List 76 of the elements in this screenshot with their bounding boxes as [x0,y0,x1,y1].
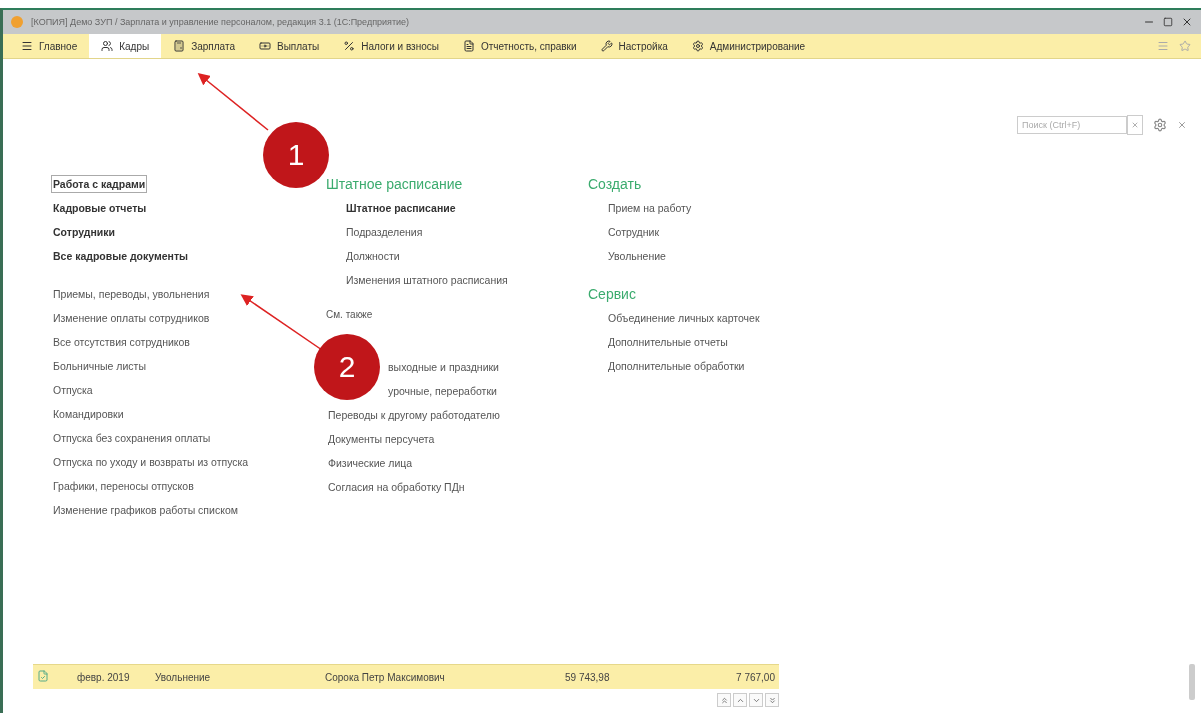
nav-link[interactable]: Подразделения [344,223,425,241]
nav-link[interactable]: Отпуска [51,381,95,399]
nav-link[interactable]: Увольнение [606,247,668,265]
double-caret-icon [719,695,729,705]
section-tab[interactable]: Главное [9,34,90,58]
nav-link[interactable]: Сотрудники [51,223,117,241]
group-title: Штатное расписание [326,175,464,193]
calculator-icon [173,40,186,52]
up-button[interactable] [733,693,747,707]
document-icon [37,670,49,682]
nav-link[interactable]: Документы персучета [326,430,437,448]
table-cell-text: 7 767,00 [735,671,776,683]
clear-button[interactable] [1127,115,1143,135]
arrow [197,73,269,131]
app-icon [11,16,23,28]
group-title: Создать [588,175,643,193]
section-tab[interactable]: Зарплата [161,34,247,58]
nav-link[interactable]: выходные и праздники [386,358,501,376]
nav-link[interactable]: Изменения штатного расписания [344,271,510,289]
callout-number: 2 [314,334,380,400]
search-field[interactable]: Поиск (Ctrl+F) [1017,116,1127,134]
nav-link[interactable]: Работа с кадрами [51,175,148,193]
wrench-icon [600,40,613,52]
table-cell-text: 59 743,98 [564,671,611,683]
down-button[interactable] [749,693,763,707]
star-icon[interactable] [1179,40,1191,52]
nav-link[interactable]: Сотрудник [606,223,661,241]
menu-icon [21,40,33,52]
table-row[interactable]: февр. 2019 Увольнение Сорока Петр Максимович 59 743,98 7 767,00 [33,664,779,689]
nav-link[interactable]: Командировки [51,405,126,423]
document-icon [462,40,475,52]
nav-link[interactable]: Изменение графиков работы списком [51,501,240,519]
window-title: [КОПИЯ] Демо ЗУП / Зарплата и управление персоналом, редакция 3.1 (1С:Предприятие) [31,17,410,27]
settings-icon[interactable] [1153,118,1167,132]
nav-link[interactable]: Переводы к другому работодателю [326,406,502,424]
section-tab[interactable]: Выплаты [247,34,332,58]
last-button[interactable] [765,693,779,707]
group-subtitle: См. также [326,309,374,320]
nav-link[interactable]: Все отсутствия сотрудников [51,333,192,351]
nav-link[interactable]: Должности [344,247,402,265]
people-icon [101,40,114,52]
section-tab[interactable]: Настройка [588,34,680,58]
close-icon[interactable] [1181,16,1193,28]
nav-link[interactable]: Отпуска по уходу и возвраты из отпуска [51,453,251,471]
nav-link[interactable]: Прием на работу [606,199,694,217]
maximize-icon[interactable] [1163,17,1173,27]
scrollbar[interactable] [1189,664,1195,700]
close-icon [1131,121,1139,129]
section-tab[interactable]: Налоги и взносы [331,34,451,58]
nav-link[interactable]: Дополнительные обработки [606,357,747,375]
percent-icon [343,40,356,52]
section-tab[interactable]: Кадры [89,34,162,58]
section-tab[interactable]: Администрирование [679,34,818,58]
grid-icon[interactable] [1157,40,1169,52]
nav-link[interactable]: урочные, переработки [386,382,499,400]
nav-link[interactable]: Штатное расписание [344,199,458,217]
table-cell-text: Увольнение [154,671,212,683]
banknote-icon [259,40,271,52]
table-cell-text: февр. 2019 [76,671,131,683]
nav-link[interactable]: Графики, переносы отпусков [51,477,196,495]
nav-link[interactable]: Больничные листы [51,357,148,375]
group-title: Сервис [588,285,637,303]
nav-link[interactable]: Физические лица [326,454,415,472]
nav-link[interactable]: Изменение оплаты сотрудников [51,309,212,327]
nav-link[interactable]: Кадровые отчеты [51,199,149,217]
nav-link[interactable]: Приемы, переводы, увольнения [51,285,212,303]
nav-link[interactable]: Объединение личных карточек [606,309,762,327]
nav-link[interactable]: Отпуска без сохранения оплаты [51,429,213,447]
gear-icon [691,40,704,52]
first-button[interactable] [717,693,731,707]
nav-link[interactable]: Согласия на обработку ПДн [326,478,467,496]
nav-link[interactable]: Дополнительные отчеты [606,333,730,351]
double-caret-icon [767,695,777,705]
table-cell-text: Сорока Петр Максимович [324,671,446,683]
nav-link[interactable]: Все кадровые документы [51,247,191,265]
section-tab[interactable]: Отчетность, справки [450,34,589,58]
